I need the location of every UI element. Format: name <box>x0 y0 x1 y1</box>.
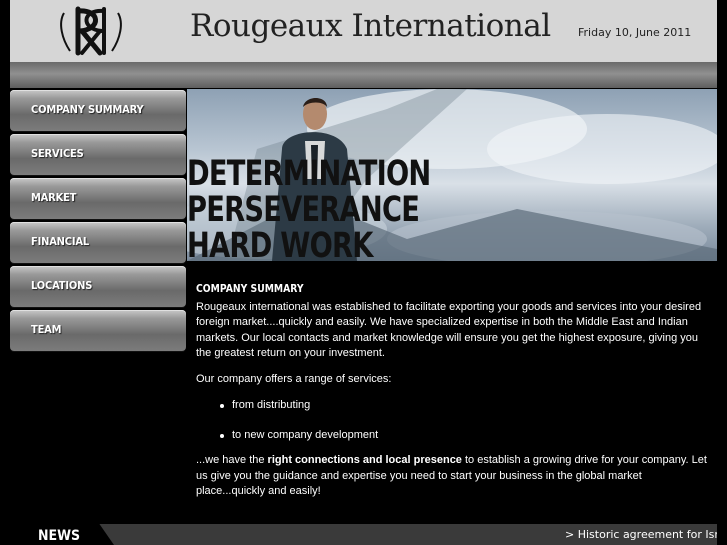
nav-label: SERVICES <box>31 147 84 160</box>
closing-prefix: ...we have the <box>196 454 268 466</box>
nav-services-button[interactable]: SERVICES <box>10 134 186 175</box>
site-title: Rougeaux International <box>190 8 551 44</box>
nav-company-summary-button[interactable]: COMPANY SUMMARY <box>10 90 186 131</box>
services-intro: Our company offers a range of services: <box>196 372 392 385</box>
news-bar: NEWS > Historic agreement for Isra <box>10 524 717 545</box>
nav-market-button[interactable]: MARKET <box>10 178 186 219</box>
rougeaux-logo[interactable] <box>56 3 126 59</box>
nav-label: TEAM <box>31 323 62 336</box>
closing-bold: right connections and local presence <box>267 454 462 466</box>
section-heading: COMPANY SUMMARY <box>196 283 304 295</box>
main-content: COMPANY SUMMARY Rougeaux international w… <box>196 282 712 500</box>
current-date: Friday 10, June 2011 <box>578 26 692 39</box>
nav-team-button[interactable]: TEAM <box>10 310 186 351</box>
nav-label: FINANCIAL <box>31 235 89 248</box>
site-header: Rougeaux International Friday 10, June 2… <box>10 0 717 62</box>
nav-label: MARKET <box>31 191 77 204</box>
banner-headline-2: PERSEVERANCE <box>187 190 420 230</box>
list-item: to new company development <box>196 428 712 444</box>
banner-headline-3: HARD WORK <box>187 226 373 262</box>
news-label: NEWS <box>38 528 81 544</box>
news-ticker-link[interactable]: > Historic agreement for Isra <box>565 528 717 541</box>
hero-banner: DETERMINATION PERSEVERANCE HARD WORK <box>187 89 717 261</box>
intro-paragraph: Rougeaux international was established t… <box>196 300 702 360</box>
services-list: from distributing to new company develop… <box>196 398 712 443</box>
nav-label: COMPANY SUMMARY <box>31 103 144 116</box>
list-item: from distributing <box>196 398 712 414</box>
sidebar-nav: COMPANY SUMMARY SERVICES MARKET FINANCIA… <box>10 90 186 354</box>
banner-headline-1: DETERMINATION <box>187 154 431 194</box>
header-divider-bar <box>10 62 717 88</box>
nav-locations-button[interactable]: LOCATIONS <box>10 266 186 307</box>
closing-paragraph: ...we have the right connections and loc… <box>196 453 712 500</box>
nav-label: LOCATIONS <box>31 279 93 292</box>
nav-financial-button[interactable]: FINANCIAL <box>10 222 186 263</box>
